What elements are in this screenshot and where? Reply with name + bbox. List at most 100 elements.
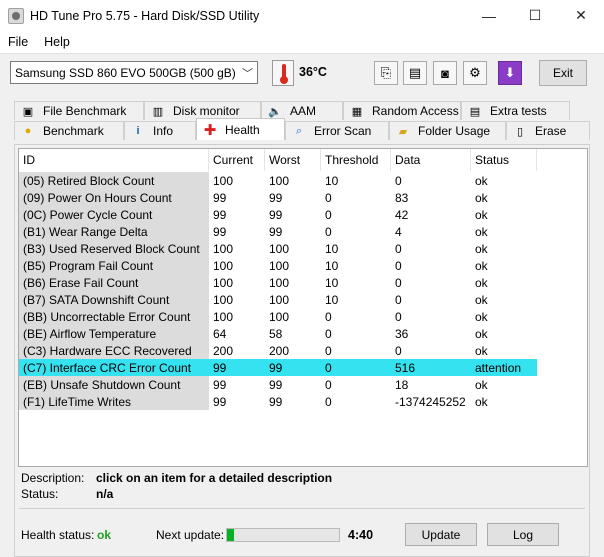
tab-random-access[interactable]: ▦ Random Access [343, 101, 461, 120]
window-title: HD Tune Pro 5.75 - Hard Disk/SSD Utility [30, 8, 260, 23]
cell-status: ok [475, 326, 488, 341]
column-header-data[interactable]: Data [391, 149, 471, 171]
column-header-worst[interactable]: Worst [265, 149, 321, 171]
cell-data: 0 [395, 173, 402, 188]
cell-status: attention [475, 360, 522, 375]
health-status-label: Health status: [21, 528, 95, 542]
description-label: Description: [21, 471, 85, 485]
tab-health[interactable]: ✚ Health [196, 118, 285, 140]
maximize-button[interactable]: ☐ [512, 0, 558, 31]
table-row[interactable]: (BB) Uncorrectable Error Count 100 100 0 0 ok [19, 308, 587, 325]
trash-icon: ▯ [516, 125, 524, 138]
menu-file[interactable]: File [0, 35, 36, 49]
cell-threshold: 0 [325, 394, 332, 409]
divider [19, 508, 585, 509]
speaker-icon: 🔈 [268, 105, 282, 118]
tab-extra-tests[interactable]: ▤ Extra tests [461, 101, 570, 120]
tab-error-scan[interactable]: ⌕ Error Scan [285, 121, 389, 140]
cell-status: ok [475, 190, 488, 205]
cell-id: (B5) Program Fail Count [19, 257, 209, 274]
save-download-icon[interactable]: ⬇ [498, 61, 522, 85]
cell-threshold: 0 [325, 343, 332, 358]
cell-worst: 100 [269, 292, 290, 307]
bulb-icon: ● [24, 125, 32, 137]
tab-benchmark[interactable]: ● Benchmark [14, 121, 124, 140]
disk-monitor-icon: ▥ [152, 105, 164, 118]
status-label: Status: [21, 487, 59, 501]
cell-status: ok [475, 224, 488, 239]
table-row[interactable]: (B3) Used Reserved Block Count 100 100 10 0 o… [19, 240, 587, 257]
cell-status: ok [475, 258, 488, 273]
cell-threshold: 10 [325, 275, 339, 290]
table-row[interactable]: (05) Retired Block Count 100 100 10 0 ok [19, 172, 587, 189]
menu-help[interactable]: Help [36, 35, 78, 49]
log-button[interactable]: Log [487, 523, 559, 546]
cell-id: (BE) Airflow Temperature [19, 325, 209, 342]
drive-select[interactable]: Samsung SSD 860 EVO 500GB (500 gB) ﹀ [10, 61, 258, 84]
table-row[interactable]: (09) Power On Hours Count 99 99 0 83 ok [19, 189, 587, 206]
exit-button[interactable]: Exit [539, 60, 587, 86]
tab-folder-usage[interactable]: ▰ Folder Usage [389, 121, 506, 140]
table-row[interactable]: (BE) Airflow Temperature 64 58 0 36 ok [19, 325, 587, 342]
cell-id: (0C) Power Cycle Count [19, 206, 209, 223]
cell-status: ok [475, 394, 488, 409]
cell-worst: 100 [269, 309, 290, 324]
table-row[interactable]: (C7) Interface CRC Error Count 99 99 0 516 at… [19, 359, 537, 376]
smart-attributes-table[interactable]: ID Current Worst Threshold Data Status (… [18, 148, 588, 467]
thermometer-icon [272, 60, 294, 86]
cell-data: 0 [395, 343, 402, 358]
table-row[interactable]: (B6) Erase Fail Count 100 100 10 0 ok [19, 274, 587, 291]
cell-current: 100 [213, 292, 234, 307]
cell-status: ok [475, 173, 488, 188]
column-header-id[interactable]: ID [19, 149, 209, 171]
countdown: 4:40 [348, 528, 374, 542]
cell-data: 18 [395, 377, 409, 392]
cell-worst: 100 [269, 173, 290, 188]
tab-erase[interactable]: ▯ Erase [506, 121, 590, 140]
column-header-threshold[interactable]: Threshold [321, 149, 391, 171]
column-header-current[interactable]: Current [209, 149, 265, 171]
tab-file-benchmark[interactable]: ▣ File Benchmark [14, 101, 144, 120]
folder-icon: ▰ [398, 125, 408, 138]
cell-id: (B7) SATA Downshift Count [19, 291, 209, 308]
copy-all-icon[interactable]: ▤ [403, 61, 427, 85]
table-row[interactable]: (B1) Wear Range Delta 99 99 0 4 ok [19, 223, 587, 240]
copy-info-icon[interactable]: ⎘ [374, 61, 398, 85]
options-icon[interactable]: ⚙ [463, 61, 487, 85]
cell-id: (B6) Erase Fail Count [19, 274, 209, 291]
cell-worst: 100 [269, 241, 290, 256]
table-row[interactable]: (B5) Program Fail Count 100 100 10 0 ok [19, 257, 587, 274]
table-row[interactable]: (B7) SATA Downshift Count 100 100 10 0 ok [19, 291, 587, 308]
table-row[interactable]: (F1) LifeTime Writes 99 99 0 -1374245252 ok [19, 393, 587, 410]
cell-data: 0 [395, 241, 402, 256]
cell-threshold: 10 [325, 241, 339, 256]
table-row[interactable]: (0C) Power Cycle Count 99 99 0 42 ok [19, 206, 587, 223]
drive-select-value: Samsung SSD 860 EVO 500GB (500 gB) [15, 65, 236, 80]
cell-status: ok [475, 292, 488, 307]
cell-data: 0 [395, 292, 402, 307]
cell-id: (B3) Used Reserved Block Count [19, 240, 209, 257]
table-header: ID Current Worst Threshold Data Status [19, 149, 587, 171]
camera-icon[interactable]: ◙ [433, 61, 457, 85]
minimize-button[interactable]: — [466, 0, 512, 31]
tab-info[interactable]: i Info [124, 121, 196, 140]
cell-status: ok [475, 275, 488, 290]
cell-current: 100 [213, 241, 234, 256]
next-update-progress [226, 528, 340, 542]
close-button[interactable]: ✕ [558, 0, 604, 31]
cell-threshold: 10 [325, 292, 339, 307]
cell-worst: 99 [269, 360, 283, 375]
table-row[interactable]: (EB) Unsafe Shutdown Count 99 99 0 18 ok [19, 376, 587, 393]
extra-tests-icon: ▤ [469, 105, 481, 118]
status-value: n/a [96, 487, 114, 501]
main-panel: ▣ File Benchmark ▥ Disk monitor 🔈 AAM ▦ … [0, 93, 604, 557]
table-row[interactable]: (C3) Hardware ECC Recovered 200 200 0 0 ok [19, 342, 587, 359]
column-header-status[interactable]: Status [471, 149, 537, 171]
cell-threshold: 10 [325, 258, 339, 273]
update-button[interactable]: Update [405, 523, 477, 546]
cell-data: -1374245252 [395, 394, 466, 409]
next-update-label: Next update: [156, 528, 225, 542]
cell-status: ok [475, 309, 488, 324]
menu-bar: File Help [0, 31, 604, 53]
temperature-readout: 36°C [299, 65, 327, 79]
